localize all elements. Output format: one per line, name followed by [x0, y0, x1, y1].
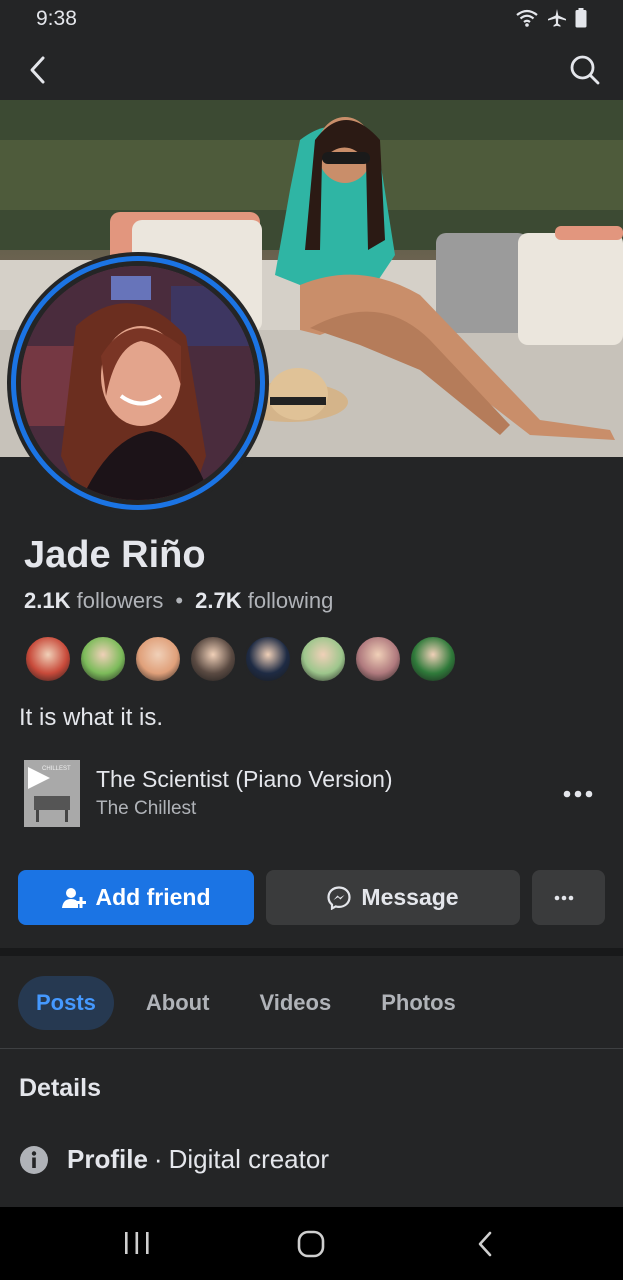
profile-picture[interactable] [7, 252, 269, 514]
mutual-friend-avatar[interactable] [244, 635, 292, 683]
add-friend-button[interactable]: Add friend [18, 870, 254, 925]
home-button[interactable] [296, 1229, 326, 1264]
music-more-button[interactable] [562, 782, 594, 806]
profile-name: Jade Riño [24, 534, 206, 576]
more-icon [554, 895, 573, 900]
home-icon [297, 1230, 325, 1258]
song-artist: The Chillest [96, 798, 197, 819]
status-bar: 9:38 [0, 0, 623, 40]
detail-separator: · [153, 1144, 163, 1174]
story-ring [11, 256, 265, 510]
avatar-illustration [21, 266, 255, 500]
following-link[interactable]: 2.7K following [195, 588, 333, 614]
back-icon [30, 56, 45, 84]
system-nav-bar [0, 1207, 623, 1280]
system-back-button[interactable] [474, 1229, 496, 1264]
mutual-friends[interactable] [24, 635, 457, 683]
mutual-friend-avatar[interactable] [24, 635, 72, 683]
mutual-friend-avatar[interactable] [79, 635, 127, 683]
back-button[interactable] [20, 52, 56, 88]
messenger-icon [327, 885, 352, 910]
section-divider [0, 948, 623, 956]
message-button[interactable]: Message [266, 870, 520, 925]
more-icon [563, 790, 593, 798]
profile-tabs: Posts About Videos Photos [18, 976, 488, 1030]
mutual-friend-avatar[interactable] [299, 635, 347, 683]
mutual-friend-avatar[interactable] [409, 635, 457, 683]
avatar [21, 266, 255, 500]
detail-value: Digital creator [168, 1144, 329, 1174]
album-cover[interactable]: CHILLEST [24, 760, 80, 827]
profile-music[interactable]: CHILLEST The Scientist (Piano Version) T… [24, 760, 604, 828]
separator-dot: • [175, 588, 184, 613]
album-art: CHILLEST [24, 760, 80, 827]
battery-icon [575, 8, 587, 28]
tabs-divider [0, 1048, 623, 1049]
tab-posts[interactable]: Posts [18, 976, 114, 1030]
top-nav [0, 40, 623, 100]
following-label: following [247, 588, 334, 613]
album-cover-label: CHILLEST [42, 766, 71, 772]
add-friend-icon [61, 887, 86, 908]
more-actions-button[interactable] [532, 870, 605, 925]
detail-profile-type: Profile · Digital creator [19, 1144, 329, 1175]
mutual-friend-avatar[interactable] [189, 635, 237, 683]
status-time: 9:38 [36, 7, 77, 30]
search-button[interactable] [567, 52, 603, 88]
status-icons [515, 8, 587, 28]
wifi-icon [516, 9, 538, 27]
followers-link[interactable]: 2.1K followers [24, 588, 163, 614]
tab-videos[interactable]: Videos [241, 976, 349, 1030]
system-back-icon [478, 1231, 492, 1257]
add-friend-label: Add friend [95, 884, 211, 910]
mutual-friend-avatar[interactable] [354, 635, 402, 683]
message-label: Message [361, 884, 459, 910]
follow-stats: 2.1K followers • 2.7K following [24, 588, 333, 614]
detail-label: Profile [67, 1144, 148, 1174]
tab-about[interactable]: About [128, 976, 228, 1030]
followers-count: 2.1K [24, 588, 71, 613]
profile-bio: It is what it is. [19, 704, 164, 731]
mutual-friend-avatar[interactable] [134, 635, 182, 683]
airplane-icon [548, 9, 566, 27]
tab-photos[interactable]: Photos [363, 976, 474, 1030]
recent-apps-button[interactable] [122, 1231, 152, 1260]
search-icon [570, 55, 600, 85]
followers-label: followers [76, 588, 164, 613]
following-count: 2.7K [195, 588, 242, 613]
recent-apps-icon [125, 1232, 149, 1254]
info-icon [20, 1145, 48, 1174]
song-title: The Scientist (Piano Version) [96, 766, 393, 792]
details-heading: Details [19, 1074, 101, 1102]
